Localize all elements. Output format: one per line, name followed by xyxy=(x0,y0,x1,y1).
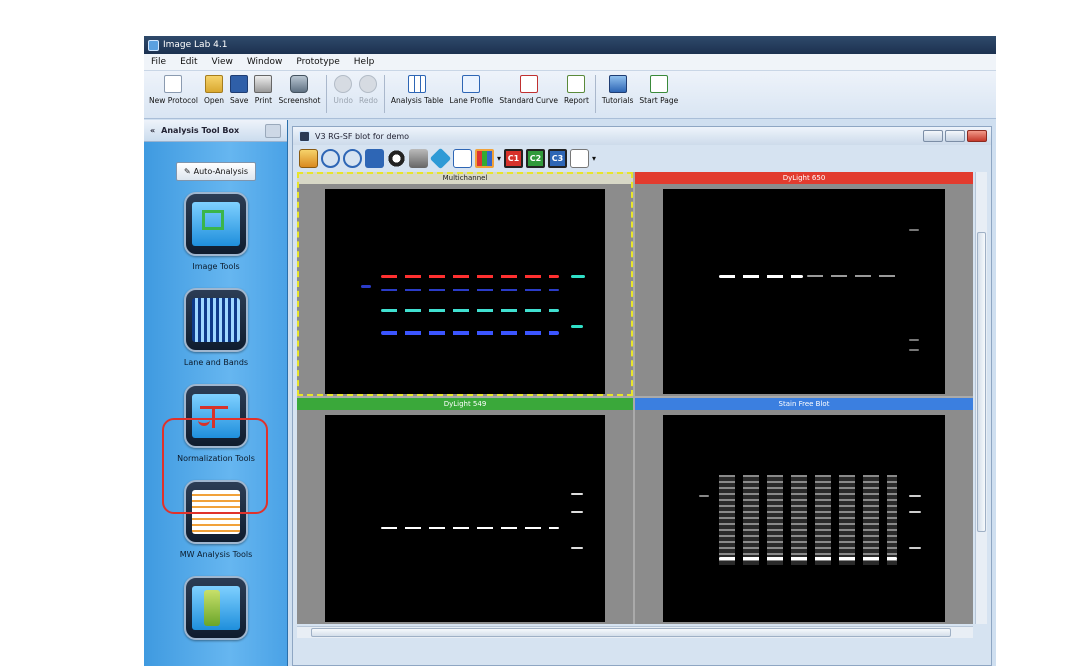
save-button[interactable]: Save xyxy=(227,71,251,105)
start-page-icon xyxy=(649,75,668,93)
blot-image xyxy=(663,415,945,622)
toolbox-title: Analysis Tool Box xyxy=(161,126,240,135)
menu-prototype[interactable]: Prototype xyxy=(289,57,346,67)
screenshot-button[interactable]: Screenshot xyxy=(275,71,323,105)
auto-analysis-button[interactable]: ✎ Auto-Analysis xyxy=(176,162,256,181)
menu-bar: File Edit View Window Prototype Help xyxy=(144,54,996,71)
app-icon xyxy=(148,39,159,51)
vertical-scroll-thumb[interactable] xyxy=(977,232,986,532)
blot-image xyxy=(325,189,605,394)
blot-image xyxy=(325,415,605,622)
blot-image xyxy=(663,189,945,394)
image-lab-window: Image Lab 4.1 File Edit View Window Prot… xyxy=(144,36,996,666)
camera-icon xyxy=(290,75,309,93)
channel-c1-button[interactable]: C1 xyxy=(504,148,524,168)
menu-file[interactable]: File xyxy=(144,57,173,67)
toolbar-separator xyxy=(594,75,596,113)
panel-stain-free-blot[interactable]: Stain Free Blot xyxy=(635,398,973,624)
table-icon xyxy=(408,75,427,93)
tutorials-icon xyxy=(608,75,627,93)
panel-header: DyLight 650 xyxy=(635,172,973,184)
chevron-down-icon[interactable]: ▾ xyxy=(497,154,501,163)
redo-icon xyxy=(359,75,378,93)
undo-button[interactable]: Undo xyxy=(330,71,356,105)
menu-help[interactable]: Help xyxy=(347,57,382,67)
color-icon[interactable] xyxy=(429,147,452,169)
redo-button[interactable]: Redo xyxy=(356,71,381,105)
channel-c3-button[interactable]: C3 xyxy=(548,148,568,168)
window-controls xyxy=(923,130,987,142)
standard-curve-icon xyxy=(519,75,538,93)
blot-document-window: V3 RG-SF blot for demo ▾ C1 C2 C3 ▾ Mult… xyxy=(292,126,992,666)
analysis-table-button[interactable]: Analysis Table xyxy=(388,71,447,105)
image-toolbar: ▾ C1 C2 C3 ▾ xyxy=(293,145,991,171)
horizontal-scroll-thumb[interactable] xyxy=(311,628,951,637)
channel-panels: Multichannel DyLight 650 DyLight 549 Sta… xyxy=(297,172,973,624)
close-button[interactable] xyxy=(967,130,987,142)
chevron-down-icon[interactable]: ▾ xyxy=(592,154,596,163)
minimize-button[interactable] xyxy=(923,130,943,142)
panel-header: Multichannel xyxy=(297,172,633,184)
main-toolbar: New Protocol Open Save Print Screenshot … xyxy=(144,71,996,119)
document-title-bar: V3 RG-SF blot for demo xyxy=(293,127,991,145)
lane-profile-button[interactable]: Lane Profile xyxy=(447,71,497,105)
standard-curve-button[interactable]: Standard Curve xyxy=(496,71,561,105)
image-transform-icon[interactable] xyxy=(409,148,428,168)
volume-tools-icon xyxy=(184,576,248,640)
zoom-in-icon[interactable] xyxy=(321,148,340,168)
print-button[interactable]: Print xyxy=(251,71,275,105)
panel-multichannel[interactable]: Multichannel xyxy=(297,172,633,396)
contrast-icon[interactable] xyxy=(387,148,406,168)
report-button[interactable]: Report xyxy=(561,71,592,105)
zoom-out-icon[interactable] xyxy=(343,148,362,168)
undo-icon xyxy=(334,75,353,93)
lane-and-bands-button[interactable]: Lane and Bands xyxy=(144,288,288,367)
panel-dylight-650[interactable]: DyLight 650 xyxy=(635,172,973,396)
report-icon xyxy=(567,75,586,93)
lane-profile-icon xyxy=(462,75,481,93)
panel-header: DyLight 549 xyxy=(297,398,633,410)
save-icon xyxy=(230,75,249,93)
image-tools-button[interactable]: Image Tools xyxy=(144,192,288,271)
panel-header: Stain Free Blot xyxy=(635,398,973,410)
collapse-icon[interactable]: « xyxy=(150,126,155,135)
menu-view[interactable]: View xyxy=(205,57,240,67)
highlight-icon[interactable] xyxy=(299,148,318,168)
toolbox-header: « Analysis Tool Box xyxy=(144,120,287,142)
window-title: Image Lab 4.1 xyxy=(163,40,228,50)
lane-and-bands-icon xyxy=(184,288,248,352)
maximize-button[interactable] xyxy=(945,130,965,142)
analysis-toolbox-sidebar: « Analysis Tool Box ✎ Auto-Analysis Imag… xyxy=(144,120,288,666)
volume-tools-button[interactable] xyxy=(144,576,288,646)
new-protocol-button[interactable]: New Protocol xyxy=(146,71,201,105)
start-page-button[interactable]: Start Page xyxy=(636,71,681,105)
layout-grid-icon[interactable] xyxy=(570,148,590,168)
folder-open-icon xyxy=(204,75,223,93)
multichannel-icon[interactable] xyxy=(475,148,494,168)
menu-edit[interactable]: Edit xyxy=(173,57,204,67)
fit-to-window-icon[interactable] xyxy=(365,148,384,168)
normalization-highlight-box xyxy=(162,418,268,514)
info-icon[interactable] xyxy=(453,148,472,168)
tutorials-button[interactable]: Tutorials xyxy=(599,71,636,105)
horizontal-scrollbar[interactable] xyxy=(297,626,973,638)
document-title: V3 RG-SF blot for demo xyxy=(315,131,410,141)
title-bar: Image Lab 4.1 xyxy=(144,36,996,54)
toolbar-separator xyxy=(383,75,385,113)
pin-icon[interactable] xyxy=(265,123,281,138)
image-tools-icon xyxy=(184,192,248,256)
print-icon xyxy=(254,75,273,93)
toolbar-separator xyxy=(326,75,328,113)
vertical-scrollbar[interactable] xyxy=(975,172,987,624)
new-document-icon xyxy=(164,75,183,93)
wand-icon: ✎ xyxy=(183,167,191,176)
menu-window[interactable]: Window xyxy=(240,57,290,67)
channel-c2-button[interactable]: C2 xyxy=(526,148,546,168)
open-button[interactable]: Open xyxy=(201,71,227,105)
document-icon xyxy=(299,130,310,142)
panel-dylight-549[interactable]: DyLight 549 xyxy=(297,398,633,624)
